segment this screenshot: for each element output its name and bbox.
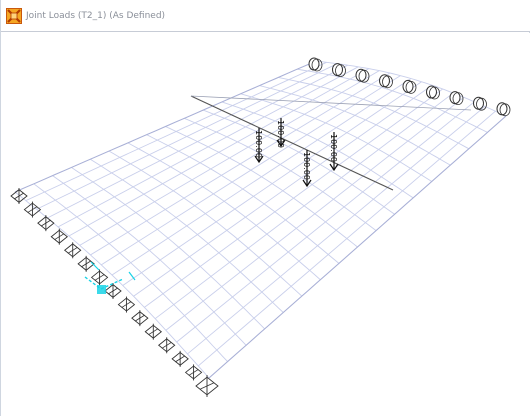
grid-line (197, 110, 496, 367)
joint-loads-window: Joint Loads (T2_1) (As Defined) 100.00 10… (0, 0, 530, 416)
grid-line (90, 72, 391, 256)
load-value-label: 100.00 (254, 130, 263, 158)
load-value-label: 100.00 (302, 152, 311, 180)
shell-edge (14, 60, 317, 193)
pin-support-icon (449, 91, 464, 105)
grid-line (68, 68, 369, 237)
grid-line (165, 96, 465, 331)
grid-line (127, 142, 321, 281)
load-arrow: 100.00 (276, 118, 286, 148)
near-edge-supports (10, 188, 219, 397)
grid-line (57, 66, 359, 228)
load-arrow: 100.00 (302, 150, 312, 188)
ridge-beam (190, 95, 472, 111)
pin-support-icon (308, 57, 323, 72)
load-value-label: 100.00 (276, 120, 285, 148)
fixed-support-icon (23, 201, 42, 218)
fixed-support-icon (50, 228, 69, 245)
grid-line (52, 175, 247, 346)
load-value-label: 100.00 (329, 134, 338, 162)
shell-mesh-grid (14, 60, 507, 379)
joint-loads: 100.00 100.00 100.00 100.00 (254, 118, 339, 188)
fixed-support-icon (131, 310, 149, 327)
fixed-support-icon (37, 215, 55, 232)
grid-line (176, 101, 475, 343)
grid-line (144, 88, 443, 308)
model-drawing[interactable]: 100.00 100.00 100.00 100.00 (1, 33, 530, 416)
fixed-support-icon (10, 188, 28, 204)
pin-support-icon (379, 74, 393, 89)
fixed-support-icon (117, 296, 136, 313)
grid-line (47, 64, 348, 219)
grid-line (108, 150, 303, 297)
grid-line (36, 63, 338, 210)
grid-line (71, 167, 266, 330)
fixed-support-icon (144, 323, 163, 340)
structure-app-icon (6, 7, 22, 24)
model-3d-viewport[interactable]: 100.00 100.00 100.00 100.00 (1, 33, 530, 416)
pin-support-icon (473, 96, 487, 111)
fixed-support-icon (157, 337, 176, 354)
load-arrow: 100.00 (254, 128, 264, 164)
grid-line (202, 109, 395, 215)
fixed-support-icon (171, 350, 189, 367)
pin-support-icon (496, 102, 511, 117)
fixed-support-icon (77, 255, 95, 272)
title-bar[interactable]: Joint Loads (T2_1) (As Defined) (1, 0, 530, 32)
grid-line (111, 78, 412, 276)
shell-edge (208, 115, 507, 379)
grid-line (154, 92, 454, 320)
window-title: Joint Loads (T2_1) (As Defined) (26, 10, 166, 21)
fixed-support-icon (195, 375, 219, 397)
pin-support-icon (355, 68, 370, 83)
